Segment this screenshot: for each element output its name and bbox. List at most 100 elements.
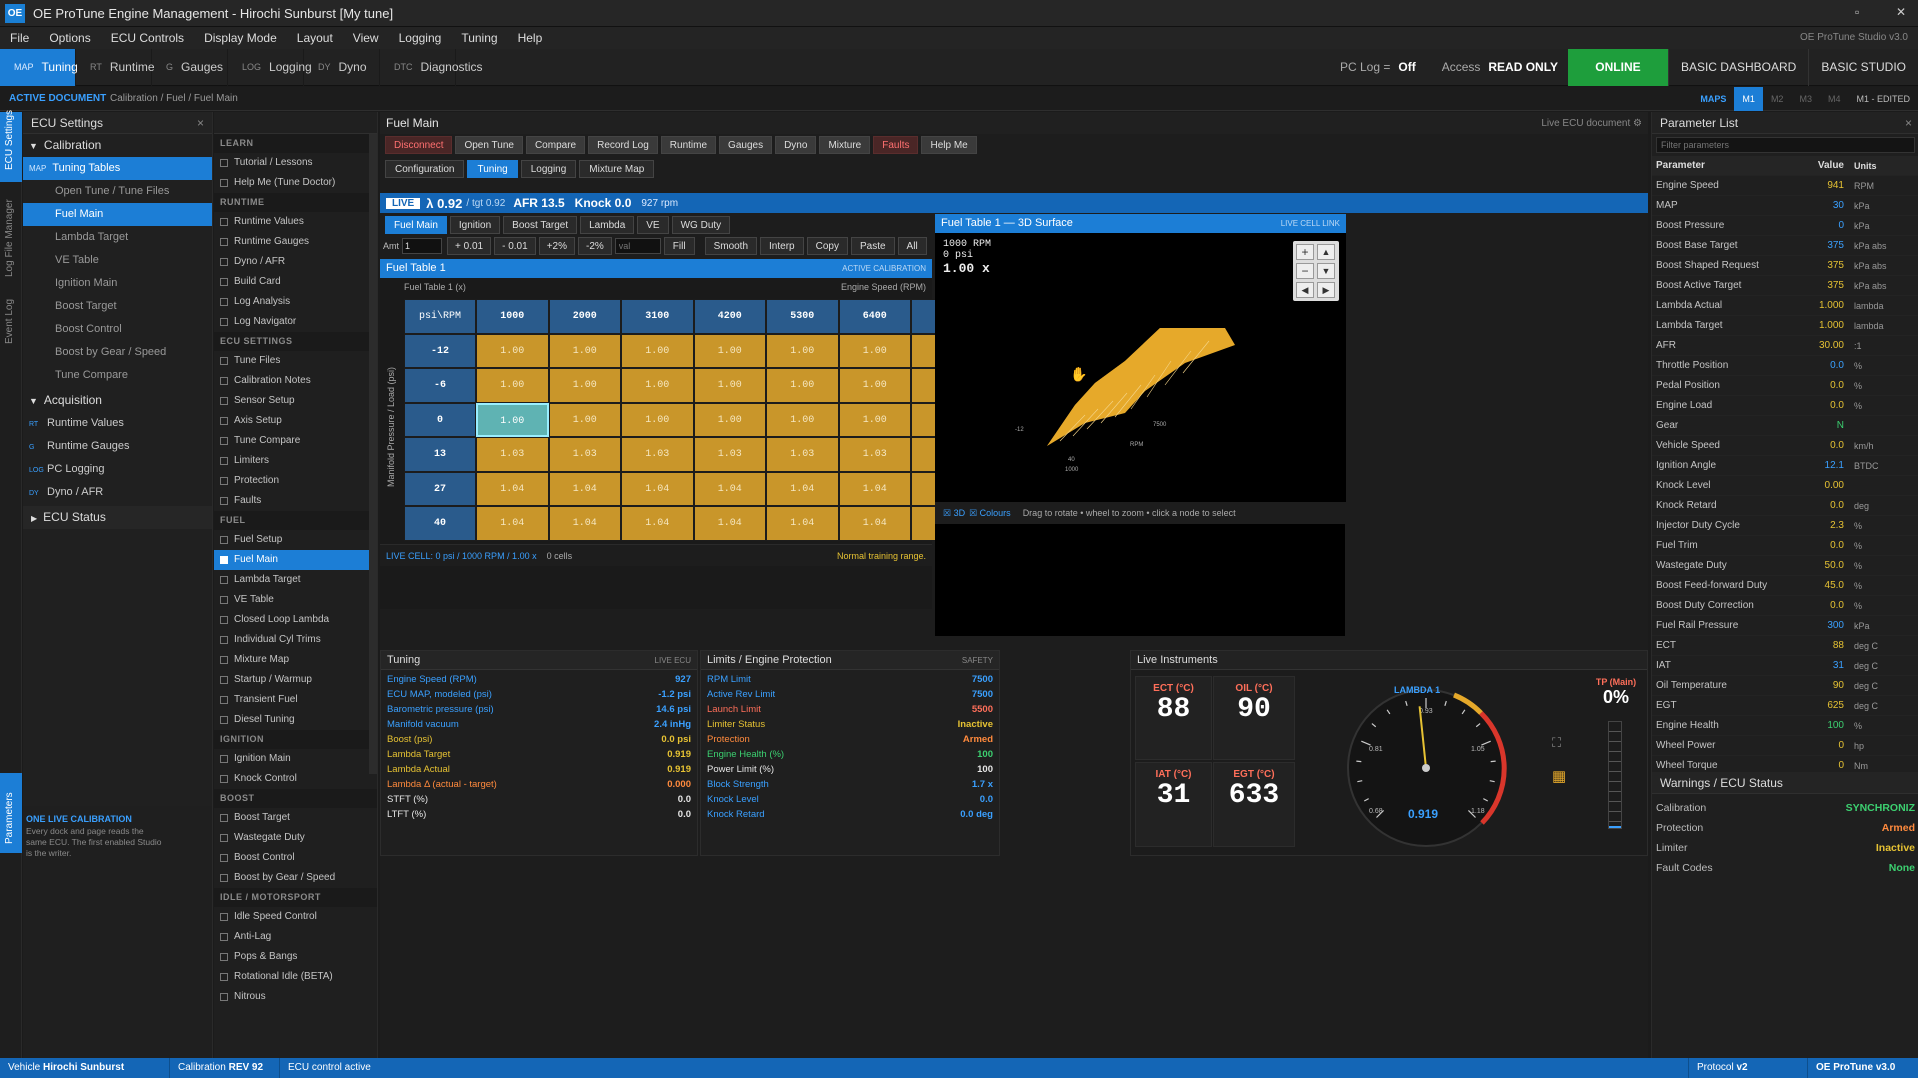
table-cell[interactable]: 1.03 xyxy=(548,437,621,472)
table-cell[interactable]: 1.04 xyxy=(693,506,766,541)
open-tune-button[interactable]: Open Tune xyxy=(455,136,523,154)
nav-item-wastegate-duty[interactable]: Wastegate Duty xyxy=(214,828,377,848)
grid-layout-icon[interactable]: ▦ xyxy=(1552,767,1566,785)
nav-item-fuel-main[interactable]: Fuel Main xyxy=(214,550,377,570)
rotate-down-icon[interactable]: ▼ xyxy=(1317,263,1335,279)
table-cell[interactable]: 1.00 xyxy=(838,368,911,403)
table-cell[interactable]: 1.00 xyxy=(548,402,621,437)
table-cell[interactable]: 1.04 xyxy=(621,506,694,541)
table-cell[interactable]: 1.00 xyxy=(693,368,766,403)
parameter-row[interactable]: Injector Duty Cycle 2.3% xyxy=(1652,516,1918,536)
map-tab-m4[interactable]: M4 xyxy=(1820,87,1849,111)
mode-tab-gauges[interactable]: G Gauges xyxy=(152,48,228,86)
table-tab-fuel-main[interactable]: Fuel Main xyxy=(385,216,447,234)
tree-item-boost-control[interactable]: Boost Control xyxy=(23,318,212,341)
close-panel-icon[interactable]: × xyxy=(1905,112,1912,134)
parameter-row[interactable]: Boost Base Target 375 kPa abs xyxy=(1652,236,1918,256)
units-header[interactable]: Units xyxy=(1850,156,1905,175)
table-cell[interactable]: 1.00 xyxy=(548,333,621,368)
nav-item-log-navigator[interactable]: Log Navigator xyxy=(214,312,377,332)
nav-item-faults[interactable]: Faults xyxy=(214,491,377,511)
close-panel-icon[interactable]: × xyxy=(197,112,204,134)
table-cell[interactable]: 1.04 xyxy=(766,471,839,506)
nav-item-runtime-values[interactable]: Runtime Values xyxy=(214,212,377,232)
close-icon[interactable]: ✕ xyxy=(1896,5,1906,19)
zoom-in-icon[interactable]: + xyxy=(1296,244,1314,260)
parameter-row[interactable]: Gear N xyxy=(1652,416,1918,436)
map-tab-m3[interactable]: M3 xyxy=(1791,87,1820,111)
table-cell[interactable]: 1.03 xyxy=(838,437,911,472)
table-cell[interactable]: 1.04 xyxy=(838,506,911,541)
parameter-row[interactable]: Boost Pressure 0 kPa xyxy=(1652,216,1918,236)
pc-log-value[interactable]: Off xyxy=(1398,60,1415,74)
menu-display-mode[interactable]: Display Mode xyxy=(194,27,287,49)
table-cell[interactable]: 1.00 xyxy=(693,333,766,368)
parameter-row[interactable]: Wastegate Duty 50.0% xyxy=(1652,556,1918,576)
parameter-row[interactable]: Lambda Actual 1.000 lambda xyxy=(1652,296,1918,316)
record-log-button[interactable]: Record Log xyxy=(588,136,658,154)
table-cell[interactable]: 1.03 xyxy=(621,437,694,472)
table-cell[interactable]: 1.00 xyxy=(476,402,549,437)
tree-item-tune-compare[interactable]: Tune Compare xyxy=(23,364,212,387)
nav-item-rotational-idle-beta[interactable]: Rotational Idle (BETA) xyxy=(214,967,377,987)
nav-item-protection[interactable]: Protection xyxy=(214,471,377,491)
map-tab-m2[interactable]: M2 xyxy=(1763,87,1792,111)
tab-tuning[interactable]: Tuning xyxy=(467,160,518,178)
table-cell[interactable]: 1.00 xyxy=(548,368,621,403)
nav-item-calibration-notes[interactable]: Calibration Notes xyxy=(214,371,377,391)
adjust-2-button[interactable]: +2% xyxy=(538,237,575,255)
tree-item-boost-target[interactable]: Boost Target xyxy=(23,295,212,318)
nav-item-axis-setup[interactable]: Axis Setup xyxy=(214,411,377,431)
menu-view[interactable]: View xyxy=(343,27,389,49)
online-button[interactable]: ONLINE xyxy=(1567,48,1668,86)
mode-tab-logging[interactable]: LOG Logging xyxy=(228,48,312,86)
tree-ecu-status[interactable]: ▶ ECU Status xyxy=(23,506,212,529)
nav-item-log-analysis[interactable]: Log Analysis xyxy=(214,292,377,312)
parameter-row[interactable]: Wheel Power 0 hp xyxy=(1652,736,1918,756)
surface-3d-plot[interactable]: 40 1000 7500 RPM -12 ✋ xyxy=(935,233,1346,503)
menu-tuning[interactable]: Tuning xyxy=(451,27,507,49)
tree-item-open-tune-tune-files[interactable]: Open Tune / Tune Files xyxy=(23,180,212,203)
parameter-row[interactable]: Vehicle Speed 0.0 km/h xyxy=(1652,436,1918,456)
menu-file[interactable]: File xyxy=(0,27,39,49)
nav-item-lambda-target[interactable]: Lambda Target xyxy=(214,570,377,590)
table-cell[interactable]: 1.03 xyxy=(693,437,766,472)
tree-acquisition[interactable]: ▼ Acquisition xyxy=(23,389,212,412)
nav-item-sensor-setup[interactable]: Sensor Setup xyxy=(214,391,377,411)
table-cell[interactable]: 1.04 xyxy=(621,471,694,506)
table-cell[interactable]: 1.00 xyxy=(621,402,694,437)
value-input[interactable] xyxy=(614,238,661,254)
paste-button[interactable]: Paste xyxy=(850,237,895,255)
parameter-row[interactable]: Lambda Target 1.000 lambda xyxy=(1652,316,1918,336)
nav-item-mixture-map[interactable]: Mixture Map xyxy=(214,650,377,670)
tab-log-file-manager[interactable]: Log File Manager xyxy=(4,199,15,277)
table-cell[interactable]: 1.04 xyxy=(766,506,839,541)
dyno-button[interactable]: Dyno xyxy=(775,136,817,154)
nav-item-tune-files[interactable]: Tune Files xyxy=(214,351,377,371)
disconnect-button[interactable]: Disconnect xyxy=(385,136,453,154)
parameter-row[interactable]: Ignition Angle 12.1 BTDC xyxy=(1652,456,1918,476)
parameter-row[interactable]: Boost Shaped Request 375 kPa abs xyxy=(1652,256,1918,276)
copy-button[interactable]: Copy xyxy=(806,237,848,255)
basic-studio-button[interactable]: BASIC STUDIO xyxy=(1808,48,1918,86)
runtime-button[interactable]: Runtime xyxy=(660,136,717,154)
nav-item-diesel-tuning[interactable]: Diesel Tuning xyxy=(214,710,377,730)
rotate-left-icon[interactable]: ◀ xyxy=(1296,282,1314,298)
menu-layout[interactable]: Layout xyxy=(287,27,343,49)
table-tab-ignition[interactable]: Ignition xyxy=(449,216,501,234)
nav-item-help-me-tune-doctor[interactable]: Help Me (Tune Doctor) xyxy=(214,173,377,193)
table-cell[interactable]: 1.00 xyxy=(621,368,694,403)
table-cell[interactable]: 1.00 xyxy=(766,402,839,437)
adjust-0-01-button[interactable]: + 0.01 xyxy=(447,237,492,255)
parameter-row[interactable]: Engine Health 100% xyxy=(1652,716,1918,736)
parameter-row[interactable]: Engine Speed 941 RPM xyxy=(1652,176,1918,196)
nav-item-dyno-afr[interactable]: Dyno / AFR xyxy=(214,252,377,272)
nav-scrollbar[interactable] xyxy=(369,134,377,774)
nav-item-idle-speed-control[interactable]: Idle Speed Control xyxy=(214,907,377,927)
tab-parameters[interactable]: Parameters xyxy=(4,792,15,844)
tab-logging[interactable]: Logging xyxy=(520,160,577,178)
nav-item-tune-compare[interactable]: Tune Compare xyxy=(214,431,377,451)
table-cell[interactable]: 1.03 xyxy=(766,437,839,472)
tree-item-ve-table[interactable]: VE Table xyxy=(23,249,212,272)
menu-logging[interactable]: Logging xyxy=(389,27,452,49)
